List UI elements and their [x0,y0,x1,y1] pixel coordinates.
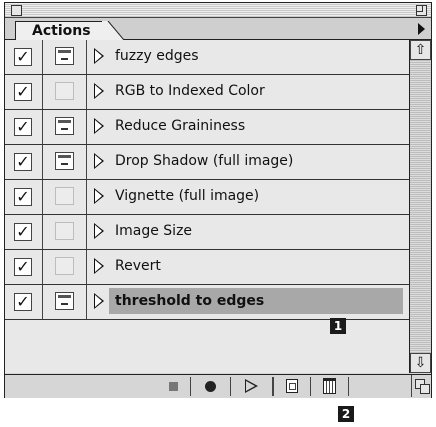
action-list: ✓ fuzzy edges ✓ RGB to Indexed Color ✓ Reduce… [5,40,410,373]
action-name-cell[interactable]: Drop Shadow (full image) [87,145,409,178]
dialog-off-icon[interactable] [55,187,74,205]
action-row[interactable]: ✓ Image Size [5,215,409,250]
toggle-dialog-cell[interactable] [43,110,87,144]
checkmark-icon[interactable]: ✓ [14,118,32,136]
toggle-dialog-cell[interactable] [43,145,87,179]
checkmark-icon[interactable]: ✓ [14,83,32,101]
scroll-down-arrow-icon[interactable]: ⇩ [410,353,431,373]
tab-edge [102,21,124,40]
toggle-dialog-cell[interactable] [43,215,87,249]
action-row[interactable]: ✓ Drop Shadow (full image) [5,145,409,180]
toggle-item-cell[interactable]: ✓ [5,110,43,144]
scroll-track[interactable] [410,60,431,353]
new-action-icon [286,379,298,393]
tab-actions[interactable]: Actions [15,21,103,40]
stop-icon [169,381,178,391]
callout-1: 1 [330,318,346,334]
dialog-on-icon[interactable] [55,117,74,135]
action-label: Vignette (full image) [115,188,260,204]
disclosure-triangle-icon[interactable] [94,258,104,274]
scroll-up-arrow-icon[interactable]: ⇧ [410,40,431,60]
dialog-off-icon[interactable] [55,222,74,240]
action-name-cell[interactable]: RGB to Indexed Color [87,75,409,108]
toggle-item-cell[interactable]: ✓ [5,75,43,109]
toggle-item-cell[interactable]: ✓ [5,285,43,319]
action-row[interactable]: ✓ RGB to Indexed Color [5,75,409,110]
zoom-box-icon[interactable] [416,5,427,16]
action-row[interactable]: ✓ Vignette (full image) [5,180,409,215]
action-name-cell[interactable]: Reduce Graininess [87,110,409,143]
dialog-off-icon[interactable] [55,82,74,100]
action-label: RGB to Indexed Color [115,83,265,99]
resize-grow-box-icon[interactable] [411,375,431,397]
checkmark-icon[interactable]: ✓ [14,153,32,171]
dialog-off-icon[interactable] [55,257,74,275]
toggle-item-cell[interactable]: ✓ [5,250,43,284]
action-name-cell[interactable]: threshold to edges [87,285,409,318]
checkmark-icon[interactable]: ✓ [14,258,32,276]
checkmark-icon[interactable]: ✓ [14,293,32,311]
delete-button[interactable] [311,377,349,396]
toggle-dialog-cell[interactable] [43,40,87,74]
dialog-on-icon[interactable] [55,152,74,170]
toggle-item-cell[interactable]: ✓ [5,145,43,179]
action-label: Drop Shadow (full image) [115,153,294,169]
toggle-dialog-cell[interactable] [43,250,87,284]
dialog-on-icon[interactable] [55,47,74,65]
actions-palette: Actions ✓ fuzzy edges ✓ RGB to Indexed Colo… [4,2,432,398]
stop-button[interactable] [157,377,191,396]
action-label: fuzzy edges [115,48,199,64]
checkmark-icon[interactable]: ✓ [14,188,32,206]
toggle-item-cell[interactable]: ✓ [5,215,43,249]
disclosure-triangle-icon[interactable] [94,153,104,169]
action-label: Image Size [115,223,193,239]
disclosure-triangle-icon[interactable] [94,48,104,64]
action-row[interactable]: ✓ Revert [5,250,409,285]
action-label: Revert [115,258,161,274]
dialog-on-icon[interactable] [55,292,74,310]
action-name-cell[interactable]: Revert [87,250,409,283]
action-name-cell[interactable]: Image Size [87,215,409,248]
action-row[interactable]: ✓ fuzzy edges [5,40,409,75]
checkmark-icon[interactable]: ✓ [14,48,32,66]
action-label: Reduce Graininess [115,118,246,134]
play-icon [245,379,258,393]
disclosure-triangle-icon[interactable] [94,83,104,99]
action-name-cell[interactable]: fuzzy edges [87,40,409,73]
toggle-item-cell[interactable]: ✓ [5,40,43,74]
new-action-button[interactable] [273,377,311,396]
tab-row: Actions [5,18,431,40]
toggle-dialog-cell[interactable] [43,285,87,319]
close-box-icon[interactable] [11,5,22,16]
disclosure-triangle-icon[interactable] [94,188,104,204]
vertical-scrollbar[interactable]: ⇧ ⇩ [410,40,431,373]
disclosure-triangle-icon[interactable] [94,118,104,134]
trash-icon [323,378,336,394]
action-label: threshold to edges [115,293,265,309]
callout-2: 2 [338,406,354,422]
tab-actions-label: Actions [32,23,91,39]
checkmark-icon[interactable]: ✓ [14,223,32,241]
action-row[interactable]: ✓ threshold to edges [5,285,409,320]
toggle-dialog-cell[interactable] [43,75,87,109]
play-button[interactable] [231,377,273,396]
action-row[interactable]: ✓ Reduce Graininess [5,110,409,145]
toggle-dialog-cell[interactable] [43,180,87,214]
disclosure-triangle-icon[interactable] [94,293,104,309]
record-button[interactable] [191,377,231,396]
palette-menu-triangle-right-icon[interactable] [418,23,425,35]
action-name-cell[interactable]: Vignette (full image) [87,180,409,213]
actions-toolbar [5,374,431,398]
disclosure-triangle-icon[interactable] [94,223,104,239]
palette-title-bar[interactable] [5,3,431,18]
record-icon [205,380,216,392]
toggle-item-cell[interactable]: ✓ [5,180,43,214]
